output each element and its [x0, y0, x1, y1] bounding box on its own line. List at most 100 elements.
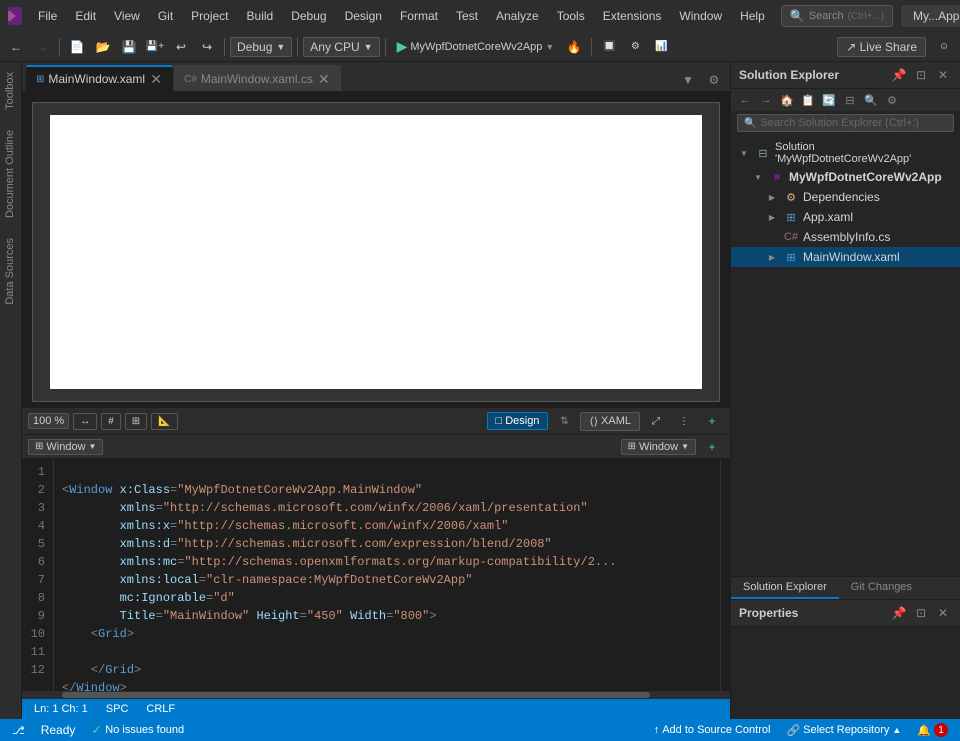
props-pin-btn[interactable]: 📌 — [890, 604, 908, 622]
scope-window-right-dropdown[interactable]: ⊞ Window ▼ — [621, 439, 696, 455]
save-btn[interactable]: 💾 — [117, 36, 141, 58]
line-numbers: 1 2 3 4 5 6 7 8 9 10 11 12 — [22, 459, 54, 691]
menu-analyze[interactable]: Analyze — [488, 5, 547, 27]
back-btn[interactable]: ← — [4, 36, 28, 58]
menu-project[interactable]: Project — [183, 5, 236, 27]
menu-edit[interactable]: Edit — [67, 5, 104, 27]
menu-git[interactable]: Git — [150, 5, 181, 27]
no-issues-indicator[interactable]: ✓ No issues found — [87, 722, 188, 738]
scroll-thumb[interactable] — [62, 692, 650, 698]
se-tb-refresh[interactable]: 🔄 — [819, 91, 839, 109]
tab-mainwindow-cs[interactable]: C# MainWindow.xaml.cs ✕ — [174, 65, 341, 91]
menu-build[interactable]: Build — [239, 5, 282, 27]
tree-app-xaml[interactable]: ▶ ⊞ App.xaml — [731, 207, 960, 227]
encoding-indicator[interactable]: SPC — [102, 703, 133, 715]
grid-btn[interactable]: # — [101, 413, 121, 430]
tree-project-item[interactable]: ▼ ■ MyWpfDotnetCoreWv2App — [731, 167, 960, 187]
menu-debug[interactable]: Debug — [283, 5, 334, 27]
line-ending-indicator[interactable]: CRLF — [142, 703, 179, 715]
git-branch-indicator[interactable]: ⎇ — [8, 724, 29, 737]
tab-settings-button[interactable]: ⚙ — [702, 69, 726, 91]
solution-search-box[interactable]: 🔍 Search Solution Explorer (Ctrl+;) — [737, 114, 954, 132]
open-btn[interactable]: 📂 — [91, 36, 115, 58]
tab-list-button[interactable]: ▼ — [676, 69, 700, 91]
toggle-split-btn[interactable]: ⇅ — [552, 410, 576, 432]
document-outline-label[interactable]: Document Outline — [0, 120, 21, 228]
menu-extensions[interactable]: Extensions — [595, 5, 670, 27]
feedback-btn[interactable]: ☺ — [932, 36, 956, 58]
tree-mainwindow-xaml[interactable]: ▶ ⊞ MainWindow.xaml — [731, 247, 960, 267]
se-tb-props[interactable]: 📋 — [798, 91, 818, 109]
select-repo-btn[interactable]: 🔗 Select Repository ▲ — [782, 724, 905, 737]
canvas-options[interactable]: 📐 — [151, 413, 177, 430]
tree-dependencies[interactable]: ▶ ⚙ Dependencies — [731, 187, 960, 207]
cursor-position[interactable]: Ln: 1 Ch: 1 — [30, 703, 92, 715]
tab-git-changes[interactable]: Git Changes — [839, 577, 924, 599]
se-tb-fwd[interactable]: → — [756, 91, 776, 109]
toolbar-extra2[interactable]: ⚙ — [623, 36, 647, 58]
menu-window[interactable]: Window — [671, 5, 730, 27]
se-tb-back[interactable]: ← — [735, 91, 755, 109]
se-close-btn[interactable]: ✕ — [934, 66, 952, 84]
add-content-btn[interactable]: + — [700, 410, 724, 432]
menu-test[interactable]: Test — [448, 5, 486, 27]
toolbar-extra3[interactable]: 📊 — [649, 36, 673, 58]
notification-btn[interactable]: 🔔 1 — [913, 723, 952, 737]
title-bar: File Edit View Git Project Build Debug D… — [0, 0, 960, 32]
design-view-btn[interactable]: □ Design — [487, 412, 549, 430]
global-search-box[interactable]: 🔍 Search (Ctrl+...) — [781, 5, 893, 27]
source-control-btn[interactable]: ↑ Add to Source Control — [650, 724, 775, 736]
horizontal-scrollbar[interactable] — [22, 691, 730, 699]
project-collapse-icon[interactable]: ▼ — [751, 170, 765, 184]
se-tb-settings[interactable]: ⚙ — [882, 91, 902, 109]
expand-editor-btn[interactable]: ⤢ — [644, 410, 668, 432]
toolbar-extra1[interactable]: 🔲 — [597, 36, 621, 58]
zoom-level[interactable]: 100 % — [28, 413, 69, 429]
se-tb-filter[interactable]: 🔍 — [861, 91, 881, 109]
se-tb-home[interactable]: 🏠 — [777, 91, 797, 109]
props-close-btn[interactable]: ✕ — [934, 604, 952, 622]
mainwindow-expand-icon[interactable]: ▶ — [765, 250, 779, 264]
solution-collapse-icon[interactable]: ▼ — [737, 146, 751, 160]
tab-close-icon[interactable]: ✕ — [149, 72, 163, 86]
new-file-btn[interactable]: 📄 — [65, 36, 89, 58]
zoom-fit-btn[interactable]: ↔ — [73, 413, 97, 430]
tree-assemblyinfo-cs[interactable]: C# AssemblyInfo.cs — [731, 227, 960, 247]
menu-design[interactable]: Design — [337, 5, 390, 27]
redo-btn[interactable]: ↪ — [195, 36, 219, 58]
run-button[interactable]: ▶ MyWpfDotnetCoreWv2App ▼ — [391, 36, 561, 57]
undo-btn[interactable]: ↩ — [169, 36, 193, 58]
tab-solution-explorer[interactable]: Solution Explorer — [731, 577, 839, 599]
platform-dropdown[interactable]: Any CPU ▼ — [303, 37, 379, 57]
live-share-button[interactable]: ↗ Live Share — [837, 37, 926, 57]
menu-format[interactable]: Format — [392, 5, 446, 27]
data-sources-label[interactable]: Data Sources — [0, 228, 21, 315]
scope-window-dropdown[interactable]: ⊞ Window ▼ — [28, 439, 103, 455]
se-popout-btn[interactable]: ⊡ — [912, 66, 930, 84]
se-tb-collapse[interactable]: ⊟ — [840, 91, 860, 109]
debug-config-dropdown[interactable]: Debug ▼ — [230, 37, 292, 57]
tab-cs-close-icon[interactable]: ✕ — [317, 72, 331, 86]
tab-mainwindow-xaml-label: MainWindow.xaml — [48, 72, 145, 86]
editor-options-btn[interactable]: ⋮ — [672, 410, 696, 432]
app-xaml-expand-icon[interactable]: ▶ — [765, 210, 779, 224]
line-ending-label: CRLF — [146, 703, 175, 715]
scope-add-btn[interactable]: + — [700, 436, 724, 458]
save-all-btn[interactable]: 💾+ — [143, 36, 167, 58]
upload-icon: ↑ — [654, 724, 660, 736]
code-content[interactable]: <Window x:Class="MyWpfDotnetCoreWv2App.M… — [54, 459, 720, 691]
tree-solution-item[interactable]: ▼ ⊟ Solution 'MyWpfDotnetCoreWv2App' — [731, 139, 960, 167]
menu-tools[interactable]: Tools — [549, 5, 593, 27]
xaml-view-btn[interactable]: ⟨⟩ XAML — [580, 412, 640, 431]
props-popout-btn[interactable]: ⊡ — [912, 604, 930, 622]
dependencies-expand-icon[interactable]: ▶ — [765, 190, 779, 204]
fwd-btn[interactable]: → — [30, 36, 54, 58]
menu-view[interactable]: View — [106, 5, 148, 27]
tab-mainwindow-xaml[interactable]: ⊞ MainWindow.xaml ✕ — [26, 65, 173, 91]
menu-file[interactable]: File — [30, 5, 65, 27]
se-pin-btn[interactable]: 📌 — [890, 66, 908, 84]
toolbox-label[interactable]: Toolbox — [0, 62, 21, 120]
attach-btn[interactable]: 🔥 — [562, 36, 586, 58]
menu-help[interactable]: Help — [732, 5, 773, 27]
snap-btn[interactable]: ⊞ — [125, 413, 147, 430]
